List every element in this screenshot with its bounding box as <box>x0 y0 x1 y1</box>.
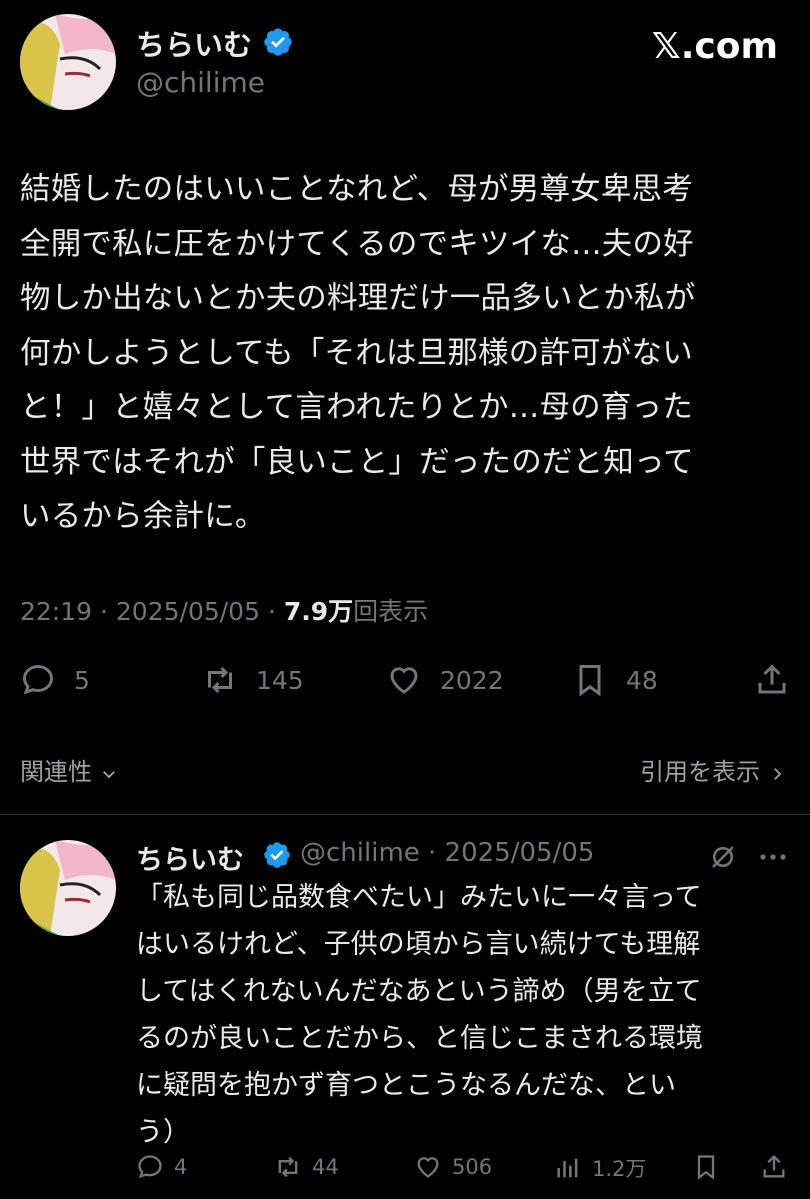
author-name[interactable]: ちらいむ <box>136 22 252 64</box>
tweet-line: 結婚したのはいいことなれど、母が男尊女卑思考 <box>20 172 693 207</box>
relevance-label: 関連性 <box>20 758 92 786</box>
tweet-text: 結婚したのはいいことなれど、母が男尊女卑思考 全開で私に圧をかけてくるのでキツイ… <box>20 163 695 545</box>
tweet-line: いるから余計に。 <box>20 499 266 534</box>
bookmark-count: 48 <box>626 665 658 695</box>
views-count: 7.9万 <box>283 597 354 626</box>
reply-line: るのが良いことだから、と信じこまされる環境 <box>136 1023 703 1054</box>
reply-views-count: 1.2万 <box>592 1157 647 1181</box>
bookmark-icon <box>692 1153 720 1181</box>
repost-icon <box>202 662 238 698</box>
bookmark-button[interactable]: 48 <box>572 662 658 698</box>
tweet-line: 物しか出ないとか夫の料理だけ一品多いとか私が <box>20 281 696 316</box>
grok-icon[interactable] <box>708 842 738 872</box>
reply-handle-date[interactable]: @chilime · 2025/05/05 <box>300 838 594 868</box>
reply-line: してはくれないんだなあという諦め（男を立て <box>136 976 702 1007</box>
reply-reply-count: 4 <box>174 1155 188 1179</box>
author-handle[interactable]: @chilime <box>136 66 265 99</box>
heart-icon <box>386 662 422 698</box>
tweet-line: と！」と嬉々として言われたりとか…母の育った <box>20 390 693 425</box>
reply-repost-count: 44 <box>312 1155 339 1179</box>
reply-bookmark-button[interactable] <box>692 1153 720 1181</box>
avatar-image <box>20 840 116 936</box>
reply-line: う） <box>136 1117 190 1148</box>
reply-views-button[interactable]: 1.2万 <box>554 1153 646 1183</box>
relevance-sort[interactable]: 関連性 <box>20 752 118 787</box>
view-quotes-link[interactable]: 引用を表示 <box>640 752 786 787</box>
meta-separator: · <box>100 597 116 626</box>
tweet-line: 全開で私に圧をかけてくるのでキツイな…夫の好 <box>20 226 694 262</box>
like-button[interactable]: 2022 <box>386 662 504 698</box>
reply-text: 「私も同じ品数食べたい」みたいに一々言って はいるけれど、子供の頃から言い続けて… <box>136 874 703 1156</box>
reply-share-button[interactable] <box>760 1153 788 1181</box>
reply-line: はいるけれど、子供の頃から言い続けても理解 <box>136 929 701 960</box>
reply-like-button[interactable]: 506 <box>414 1153 492 1181</box>
repost-button[interactable]: 145 <box>202 662 304 698</box>
views-label: 回表示 <box>353 597 429 626</box>
view-quotes-label: 引用を表示 <box>640 758 760 786</box>
reply-icon <box>136 1153 164 1181</box>
reply-count: 5 <box>74 665 90 695</box>
share-icon <box>754 662 790 698</box>
tweet-time[interactable]: 22:19 <box>20 597 92 626</box>
like-count: 2022 <box>440 665 504 695</box>
reply-icon <box>20 662 56 698</box>
heart-icon <box>414 1153 442 1181</box>
reply-author-name[interactable]: ちらいむ <box>136 838 244 877</box>
tweet-line: 世界ではそれが「良いこと」だったのだと知って <box>20 444 694 480</box>
share-icon <box>760 1153 788 1181</box>
analytics-icon <box>554 1154 582 1182</box>
chevron-right-icon <box>768 761 786 780</box>
site-logo: 𝕏.com <box>651 26 778 67</box>
repost-count: 145 <box>256 665 304 695</box>
repost-icon <box>274 1153 302 1181</box>
reply-avatar[interactable] <box>20 840 116 936</box>
avatar[interactable] <box>20 14 116 110</box>
divider <box>0 814 810 815</box>
share-button[interactable] <box>754 662 790 698</box>
tweet-date[interactable]: 2025/05/05 <box>116 597 260 626</box>
tweet-meta: 22:19 · 2025/05/05 · 7.9万回表示 <box>20 592 428 628</box>
tweet-line: 何かしようとしても「それは旦那様の許可がない <box>20 335 693 371</box>
reply-line: 「私も同じ品数食べたい」みたいに一々言って <box>136 882 702 913</box>
verified-badge-icon <box>262 840 292 870</box>
bookmark-icon <box>572 662 608 698</box>
reply-repost-button[interactable]: 44 <box>274 1153 339 1181</box>
more-options-icon[interactable] <box>756 842 790 872</box>
reply-button[interactable]: 5 <box>20 662 90 698</box>
reply-line: に疑問を抱かず育つとこうなるんだな、とい <box>136 1070 676 1101</box>
chevron-down-icon <box>100 761 118 779</box>
reply-reply-button[interactable]: 4 <box>136 1153 187 1181</box>
verified-badge-icon <box>262 26 294 58</box>
avatar-image <box>20 14 116 110</box>
reply-like-count: 506 <box>452 1155 493 1179</box>
meta-separator: · <box>267 597 284 626</box>
